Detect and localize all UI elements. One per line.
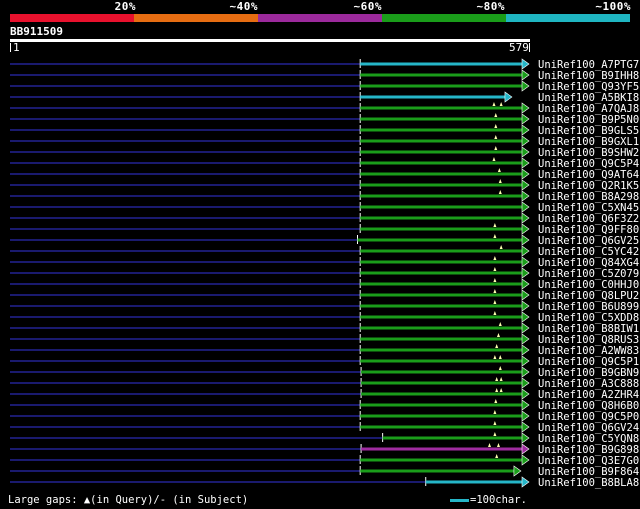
hit-arrow <box>521 278 530 290</box>
hit-arrow <box>521 300 530 312</box>
hit-arrow <box>521 366 530 378</box>
gap-marker <box>493 432 497 436</box>
hit-arrow <box>521 58 530 70</box>
gap-marker <box>492 157 496 161</box>
hit-arrow <box>521 157 530 169</box>
gap-marker <box>499 377 503 381</box>
scale-bar <box>450 499 469 502</box>
gap-marker <box>495 377 499 381</box>
hit-arrow <box>521 377 530 389</box>
gap-marker <box>498 322 502 326</box>
gap-marker <box>494 146 498 150</box>
hit-row: UniRef100_B8BLA8 <box>10 476 639 489</box>
hit-arrow <box>521 190 530 202</box>
hit-label: UniRef100_B8BLA8 <box>538 477 639 489</box>
gap-marker <box>496 333 500 337</box>
hit-arrow <box>521 443 530 455</box>
gap-marker <box>499 245 503 249</box>
gap-marker <box>494 113 498 117</box>
hit-arrow <box>521 212 530 224</box>
gap-marker <box>493 421 497 425</box>
gap-marker <box>493 278 497 282</box>
gap-marker <box>499 388 503 392</box>
gap-marker <box>493 256 497 260</box>
hit-arrow <box>521 256 530 268</box>
gap-marker <box>494 135 498 139</box>
gap-marker <box>493 289 497 293</box>
hit-arrow <box>521 179 530 191</box>
alignment-chart: UniRef100_A7PTG7UniRef100_B9IHH8UniRef10… <box>10 58 639 489</box>
hit-arrow <box>521 355 530 367</box>
hit-arrow <box>521 69 530 81</box>
hit-arrow <box>521 333 530 345</box>
gap-marker <box>499 102 503 106</box>
gap-marker <box>496 443 500 447</box>
hit-arrow <box>521 311 530 323</box>
hit-arrow <box>521 267 530 279</box>
gap-marker <box>493 223 497 227</box>
gap-marker <box>498 355 502 359</box>
gap-marker <box>493 311 497 315</box>
gap-marker <box>494 124 498 128</box>
hit-arrow <box>521 223 530 235</box>
gap-marker <box>493 300 497 304</box>
gap-marker <box>493 267 497 271</box>
hit-arrow <box>521 168 530 180</box>
hit-arrow <box>521 399 530 411</box>
hit-arrow <box>521 135 530 147</box>
gap-marker <box>492 102 496 106</box>
gap-marker <box>497 168 501 172</box>
hit-arrow <box>521 201 530 213</box>
gap-marker <box>498 366 502 370</box>
gap-marker <box>498 190 502 194</box>
hit-arrow <box>521 245 530 257</box>
gap-marker <box>495 454 499 458</box>
hit-arrow <box>521 113 530 125</box>
hit-arrow <box>521 421 530 433</box>
hit-arrow <box>521 102 530 114</box>
gap-marker <box>493 410 497 414</box>
gap-marker <box>495 344 499 348</box>
gap-marker <box>493 355 497 359</box>
hit-arrow <box>521 344 530 356</box>
hit-arrow <box>521 289 530 301</box>
hit-arrow <box>504 91 513 103</box>
gap-marker <box>495 388 499 392</box>
hit-arrow <box>521 322 530 334</box>
hit-arrow <box>521 388 530 400</box>
gap-marker <box>493 234 497 238</box>
hit-arrow <box>521 432 530 444</box>
gaps-note: Large gaps: ▲(in Query)/- (in Subject) <box>8 494 249 506</box>
gap-marker <box>494 399 498 403</box>
hit-arrow <box>521 80 530 92</box>
hit-arrow <box>521 476 530 488</box>
gap-marker <box>498 179 502 183</box>
hit-arrow <box>521 410 530 422</box>
hit-arrow <box>521 146 530 158</box>
hit-arrow <box>513 465 522 477</box>
gap-marker <box>487 443 491 447</box>
hit-arrow <box>521 234 530 246</box>
hit-arrow <box>521 454 530 466</box>
scale-note: =100char. <box>470 494 527 506</box>
hit-arrow <box>521 124 530 136</box>
